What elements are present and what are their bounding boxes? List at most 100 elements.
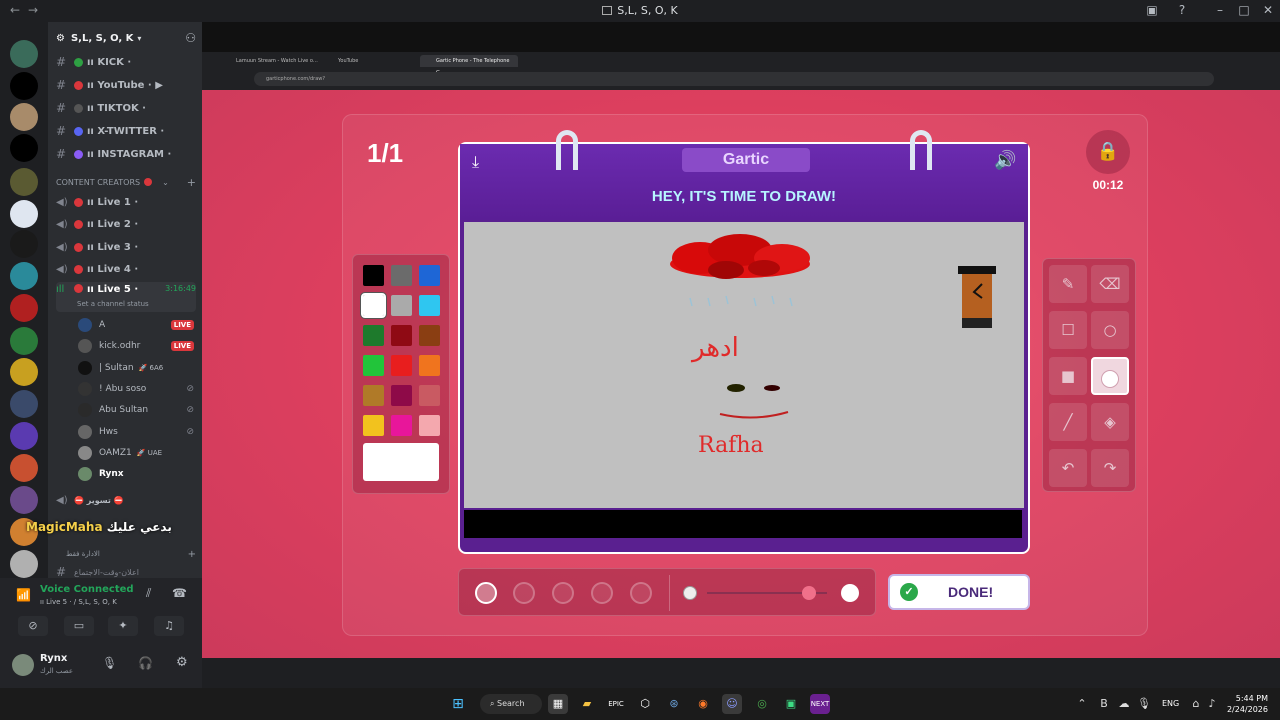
activities-button[interactable]: ✦ (108, 616, 138, 636)
headphones-icon[interactable]: 🎧 (138, 656, 153, 670)
rectangle-fill-icon[interactable]: ■ (1049, 357, 1087, 395)
search-box[interactable]: ⌕ Search (480, 694, 542, 714)
next-app-icon[interactable]: NEXT (810, 694, 830, 714)
firefox-icon[interactable]: ◉ (693, 694, 713, 714)
color-swatch[interactable] (419, 295, 440, 316)
color-swatch[interactable] (419, 415, 440, 436)
ellipse-outline-icon[interactable]: ○ (1091, 311, 1129, 349)
server-icon-15[interactable] (10, 486, 38, 514)
tray-onedrive-icon[interactable]: ☁ (1114, 694, 1134, 714)
browser-tab-1[interactable]: Lamuun Stream - Watch Live o… (220, 55, 318, 67)
voice-channel-2[interactable]: ◀) ıı Live 2 · (56, 215, 196, 235)
fill-bucket-icon[interactable]: ◈ (1091, 403, 1129, 441)
opacity-slider-track[interactable] (707, 586, 827, 600)
brush-size-5[interactable] (630, 582, 652, 604)
color-swatch[interactable] (363, 415, 384, 436)
color-swatch[interactable] (391, 385, 412, 406)
brush-size-2[interactable] (513, 582, 535, 604)
voice-member[interactable]: OAMZ1 🚀 UAE (78, 443, 194, 463)
color-swatch[interactable] (391, 265, 412, 286)
text-channel-4[interactable]: # ıı X-TWITTER · (56, 121, 196, 141)
voice-channel-3[interactable]: ◀) ıı Live 3 · (56, 237, 196, 257)
server-icon-10[interactable] (10, 327, 38, 355)
voice-channel-4[interactable]: ◀) ıı Live 4 · (56, 260, 196, 280)
undo-icon[interactable]: ↶ (1049, 449, 1087, 487)
maximize-button[interactable]: □ (1236, 3, 1252, 17)
drawing-canvas[interactable]: ادهر Rafha (464, 222, 1024, 508)
pencil-icon[interactable]: ✎ (1049, 265, 1087, 303)
server-icon-7[interactable] (10, 230, 38, 258)
rectangle-outline-icon[interactable]: ☐ (1049, 311, 1087, 349)
add-member-icon[interactable]: ⚇ (185, 31, 196, 45)
brush-size-4[interactable] (591, 582, 613, 604)
server-icon-4[interactable] (10, 134, 38, 162)
language-indicator[interactable]: ENG (1162, 699, 1179, 708)
settings-gear-icon[interactable]: ⚙ (176, 655, 188, 670)
address-bar[interactable]: garticphone.com/draw? (254, 72, 1214, 86)
discord-icon[interactable]: ☺ (722, 694, 742, 714)
steam-icon[interactable]: ⊛ (664, 694, 684, 714)
tray-app-icon[interactable]: B (1094, 694, 1114, 714)
clock[interactable]: 5:44 PM 2/24/2026 (1218, 693, 1268, 715)
category-header[interactable]: CONTENT CREATORS ⌄ + (56, 172, 196, 192)
server-icon-1[interactable] (10, 40, 38, 68)
color-swatch[interactable] (391, 295, 412, 316)
add-channel-icon[interactable]: + (188, 549, 196, 560)
screen-share-button[interactable]: ▭ (64, 616, 94, 636)
browser-tab-2[interactable]: YouTube (322, 55, 416, 67)
epic-games-icon[interactable]: EPIC (606, 694, 626, 714)
app-green-icon[interactable]: ▣ (781, 694, 801, 714)
volume-icon[interactable]: 🔊 (994, 150, 1016, 171)
server-icon-17[interactable] (10, 550, 38, 578)
microphone-icon[interactable]: 🎙 (102, 656, 117, 670)
tray-mic-icon[interactable]: 🎙 (1134, 694, 1154, 714)
server-icon-14[interactable] (10, 454, 38, 482)
voice-member[interactable]: | Sultan 🚀 6A6 (78, 358, 194, 378)
color-swatch[interactable] (363, 325, 384, 346)
add-channel-icon[interactable]: + (187, 176, 196, 189)
voice-member[interactable]: ! Abu soso ⊘ (78, 379, 194, 399)
brush-size-3[interactable] (552, 582, 574, 604)
text-channel-1[interactable]: # ıı KICK · (56, 52, 196, 72)
widgets-icon[interactable]: ▦ (548, 694, 568, 714)
text-channel-3[interactable]: # ıı TIKTOK · (56, 98, 196, 118)
color-swatch[interactable] (419, 265, 440, 286)
opacity-slider-handle[interactable] (802, 586, 816, 600)
avatar[interactable] (12, 654, 34, 676)
server-icon-3[interactable] (10, 103, 38, 131)
color-swatch[interactable] (363, 385, 384, 406)
text-channel-2[interactable]: # ıı YouTube · ▶ (56, 75, 196, 95)
ellipse-fill-icon[interactable] (1091, 357, 1129, 395)
server-icon-13[interactable] (10, 422, 38, 450)
voice-member[interactable]: kick.odhr LIVE (78, 336, 194, 356)
color-swatch[interactable] (391, 415, 412, 436)
voice-member[interactable]: Abu Sultan ⊘ (78, 400, 194, 420)
voice-channel-restricted[interactable]: ◀) ⛔ تسوير ⛔ (56, 490, 196, 510)
color-swatch[interactable] (391, 325, 412, 346)
category-admin[interactable]: الادارة فقط + (56, 544, 196, 564)
brush-size-1[interactable] (475, 582, 497, 604)
voice-member[interactable]: A LIVE (78, 315, 194, 335)
voice-channel-live-5[interactable]: ıll ıı Live 5 · 3:16:49 Set a channel st… (56, 282, 196, 312)
minimize-button[interactable]: – (1212, 3, 1228, 17)
text-channel-5[interactable]: # ıı INSTAGRAM · (56, 144, 196, 164)
file-explorer-icon[interactable]: ▰ (577, 694, 597, 714)
color-swatch[interactable] (363, 265, 384, 286)
app-icon[interactable]: ⬡ (635, 694, 655, 714)
server-icon-6[interactable] (10, 200, 38, 228)
server-icon-5[interactable] (10, 168, 38, 196)
line-icon[interactable]: ╱ (1049, 403, 1087, 441)
eraser-icon[interactable]: ⌫ (1091, 265, 1129, 303)
voice-member[interactable]: Hws ⊘ (78, 422, 194, 442)
color-swatch[interactable] (419, 325, 440, 346)
disconnect-icon[interactable]: ☎ (172, 586, 187, 600)
camera-off-button[interactable]: ⊘ (18, 616, 48, 636)
server-icon-8[interactable] (10, 262, 38, 290)
chrome-icon[interactable]: ◎ (752, 694, 772, 714)
soundboard-button[interactable]: ♫ (154, 616, 184, 636)
color-swatch[interactable] (419, 355, 440, 376)
server-header[interactable]: ⚙ S,L, S, O, K ▾ ⚇ (56, 28, 196, 48)
help-icon[interactable]: ? (1174, 3, 1190, 17)
noise-suppression-icon[interactable]: ⫽ (146, 586, 151, 601)
server-icon-12[interactable] (10, 390, 38, 418)
